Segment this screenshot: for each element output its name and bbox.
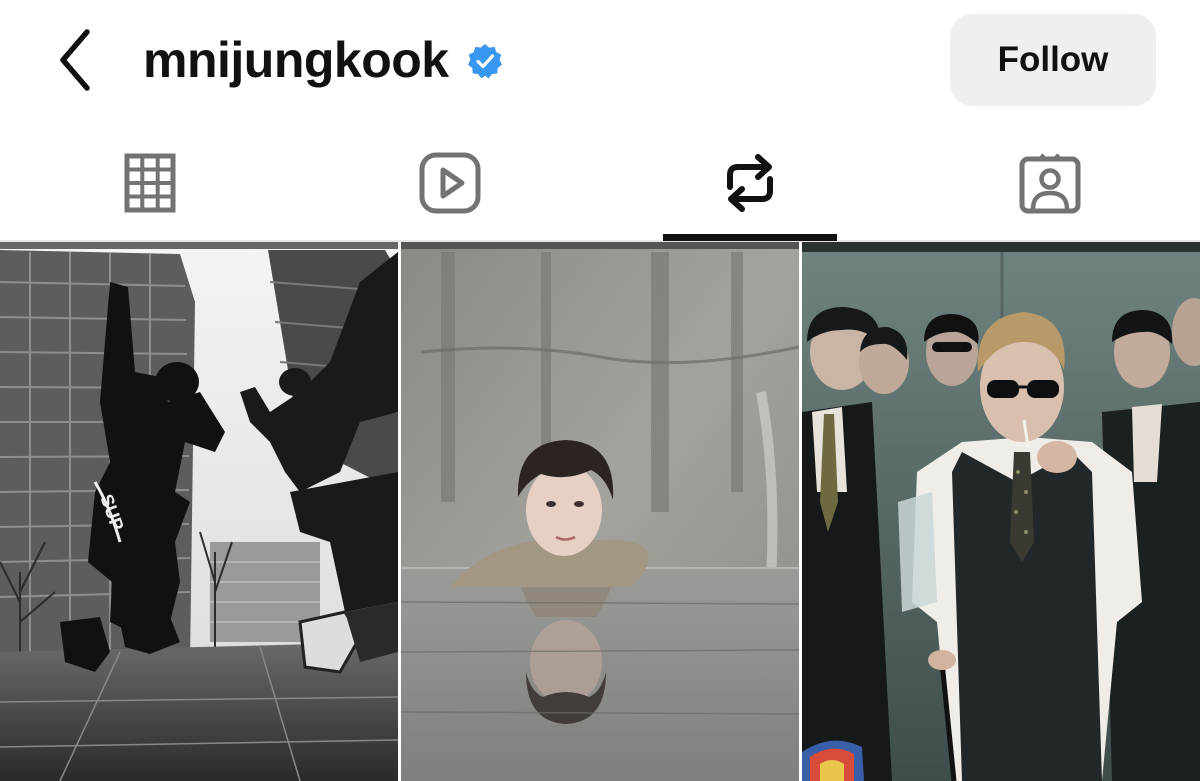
post-thumbnail-2[interactable] — [401, 242, 799, 781]
profile-header: mnijungkook Follow — [0, 0, 1200, 125]
tab-reels[interactable] — [350, 125, 550, 241]
tab-reposts[interactable] — [650, 125, 850, 241]
profile-username: mnijungkook — [143, 32, 449, 88]
back-button[interactable] — [50, 28, 100, 92]
chevron-left-icon — [60, 29, 90, 91]
verified-badge-icon — [467, 43, 503, 79]
post-thumbnail-1[interactable]: SUP — [0, 242, 398, 781]
profile-tabs — [0, 125, 1200, 241]
post-image-dancers: SUP — [0, 242, 398, 781]
tab-posts-grid[interactable] — [50, 125, 250, 241]
tagged-person-icon — [1019, 153, 1081, 214]
post-thumbnail-3[interactable] — [802, 242, 1200, 781]
username-group: mnijungkook — [143, 30, 503, 90]
reels-play-icon — [419, 152, 481, 214]
active-tab-indicator — [663, 234, 837, 241]
repost-icon — [727, 154, 773, 212]
follow-button[interactable]: Follow — [950, 14, 1156, 106]
post-image-water-portrait — [401, 242, 799, 781]
post-image-suits-elevator — [802, 242, 1200, 781]
posts-grid: SUP — [0, 242, 1200, 781]
tab-tagged[interactable] — [950, 125, 1150, 241]
grid-icon — [124, 153, 176, 213]
